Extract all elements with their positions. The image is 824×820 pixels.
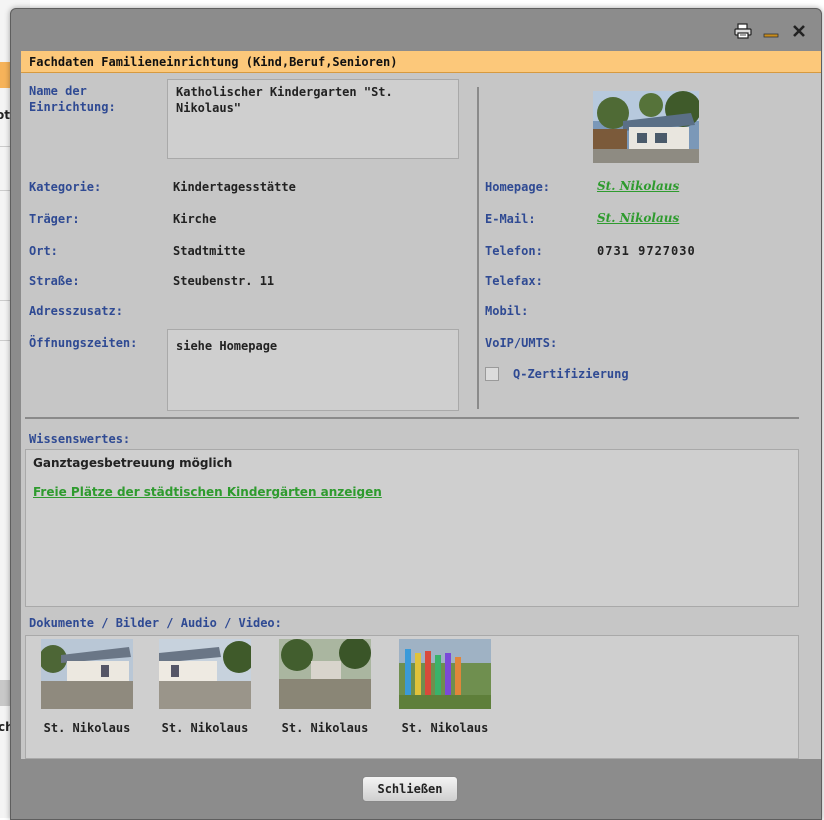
name-label: Name der Einrichtung: [29,84,116,114]
telefon-label: Telefon: [485,244,543,258]
facility-photo[interactable] [593,91,699,163]
adresszusatz-label: Adresszusatz: [29,304,123,318]
schliessen-button[interactable]: Schließen [362,776,458,802]
oeffnungszeiten-field: siehe Homepage [167,329,459,411]
oeffnungszeiten-label: Öffnungszeiten: [29,336,138,350]
homepage-link[interactable]: St. Nikolaus [597,179,679,193]
strasse-value: Steubenstr. 11 [173,274,275,288]
dialog-content: Name der Einrichtung: Katholischer Kinde… [21,73,821,759]
homepage-label: Homepage: [485,180,551,194]
document-item[interactable]: St. Nikolaus [275,639,375,735]
telefon-value: 0731 9727030 [597,244,696,258]
column-divider [477,87,479,409]
voip-label: VoIP/UMTS: [485,336,558,350]
close-icon[interactable] [789,21,809,41]
telefax-label: Telefax: [485,274,543,288]
window-controls [733,21,809,41]
document-item[interactable]: St. Nikolaus [155,639,255,735]
dokumente-label: Dokumente / Bilder / Audio / Video: [29,616,282,630]
document-caption: St. Nikolaus [161,721,249,735]
traeger-value: Kirche [173,212,217,226]
wissenswertes-label: Wissenswertes: [29,432,131,446]
document-thumbnail [159,639,251,709]
detail-dialog: Fachdaten Familieneinrichtung (Kind,Beru… [10,8,822,820]
email-link[interactable]: St. Nikolaus [597,211,679,225]
document-thumbnail [41,639,133,709]
ort-value: Stadtmitte [173,244,246,258]
kategorie-value: Kindertagesstätte [173,180,296,194]
name-field: Katholischer Kindergarten "St. Nikolaus" [167,79,459,159]
q-zertifizierung-label: Q-Zertifizierung [513,367,629,381]
dialog-title: Fachdaten Familieneinrichtung (Kind,Beru… [21,51,821,73]
document-item[interactable]: St. Nikolaus [37,639,137,735]
wissenswertes-panel [25,449,799,607]
document-thumbnail [399,639,491,709]
freie-plaetze-link[interactable]: Freie Plätze der städtischen Kindergärte… [33,485,382,499]
printer-icon[interactable] [733,21,753,41]
strasse-label: Straße: [29,274,80,288]
document-thumbnail [279,639,371,709]
traeger-label: Träger: [29,212,80,226]
section-divider [25,417,799,419]
q-zertifizierung-checkbox[interactable] [485,367,499,381]
document-caption: St. Nikolaus [281,721,369,735]
wissenswertes-text: Ganztagesbetreuung möglich [33,456,233,470]
minimize-icon[interactable] [761,21,781,41]
ort-label: Ort: [29,244,58,258]
kategorie-label: Kategorie: [29,180,102,194]
email-label: E-Mail: [485,212,536,226]
document-item[interactable]: St. Nikolaus [395,639,495,735]
document-caption: St. Nikolaus [401,721,489,735]
document-caption: St. Nikolaus [43,721,131,735]
mobil-label: Mobil: [485,304,529,318]
